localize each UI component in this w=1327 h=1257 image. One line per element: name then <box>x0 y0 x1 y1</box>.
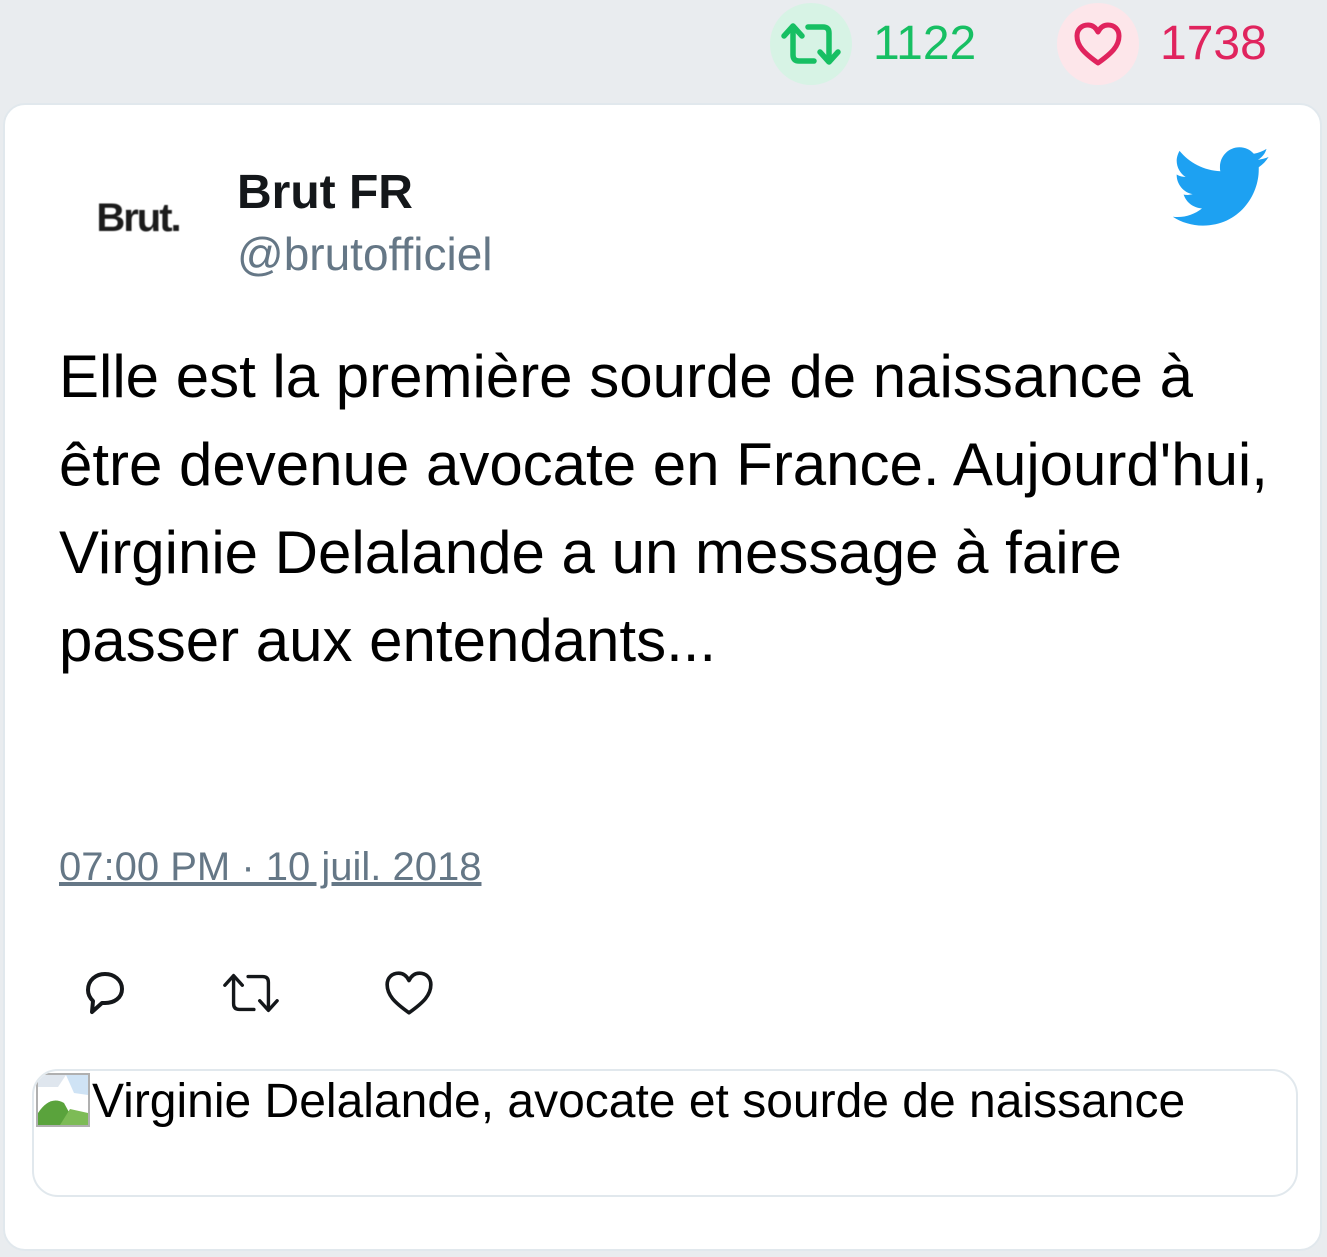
retweet-icon <box>781 23 841 65</box>
like-count: 1738 <box>1160 17 1267 70</box>
tweet-stats-bar: 1122 1738 <box>0 0 1327 100</box>
retweet-button[interactable] <box>221 963 281 1023</box>
like-stat[interactable]: 1738 <box>1057 2 1267 86</box>
retweet-stat-icon-bg <box>770 3 852 85</box>
media-alt-text: Virginie Delalande, avocate et sourde de… <box>92 1075 1186 1128</box>
tweet-timestamp[interactable]: 07:00 PM · 10 juil. 2018 <box>59 845 481 890</box>
heart-icon <box>1074 22 1122 66</box>
avatar[interactable]: Brut. <box>63 153 213 283</box>
author-handle[interactable]: @brutofficiel <box>237 229 493 280</box>
heart-icon <box>385 971 433 1015</box>
tweet-text: Elle est la première sourde de naissance… <box>59 343 1268 674</box>
retweet-count: 1122 <box>873 17 977 70</box>
tweet-card: Brut. Brut FR @brutofficiel Elle est la … <box>3 103 1322 1251</box>
author-name[interactable]: Brut FR <box>237 166 413 220</box>
retweet-icon <box>223 973 279 1013</box>
reply-icon <box>86 972 124 1014</box>
tweet-media[interactable]: Virginie Delalande, avocate et sourde de… <box>32 1069 1298 1197</box>
like-stat-icon-bg <box>1057 3 1139 85</box>
retweet-stat[interactable]: 1122 <box>770 2 976 86</box>
avatar-logo-text: Brut. <box>96 195 181 240</box>
twitter-bird-icon[interactable] <box>1173 147 1271 227</box>
reply-button[interactable] <box>75 963 135 1023</box>
like-button[interactable] <box>379 963 439 1023</box>
